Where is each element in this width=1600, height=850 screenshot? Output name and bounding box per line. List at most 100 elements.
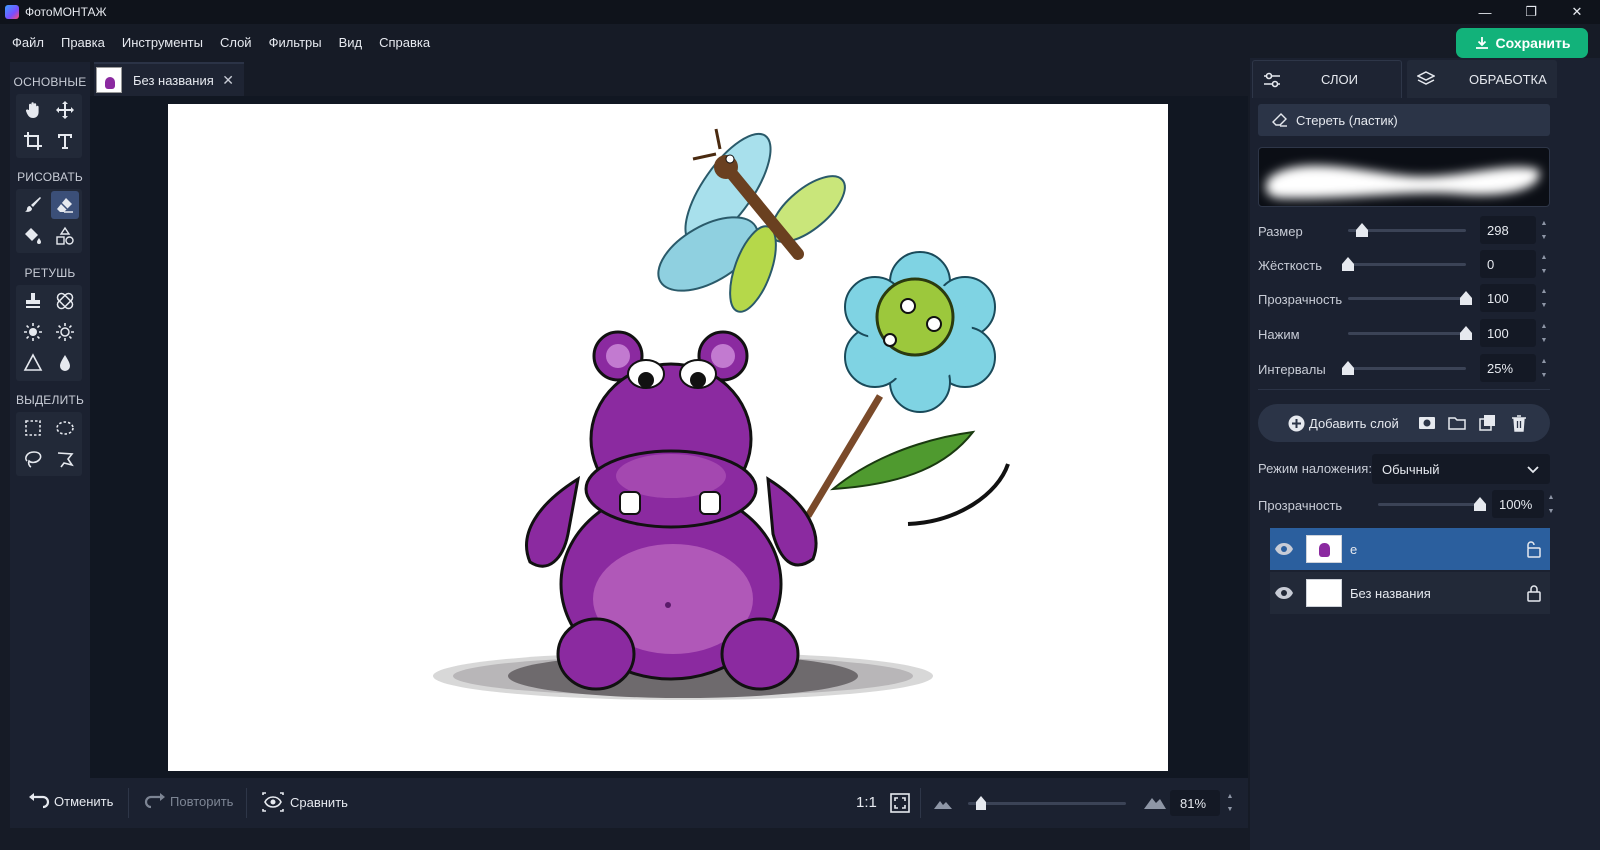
tool-group-select xyxy=(16,412,82,476)
param-size: Размер 298 ▲ ▼ xyxy=(1258,216,1558,246)
darken-tool[interactable] xyxy=(51,318,79,346)
undo-button[interactable]: Отменить xyxy=(28,793,113,809)
param-intervals-slider[interactable] xyxy=(1348,367,1466,370)
param-intervals-value: 25% xyxy=(1487,360,1514,376)
eraser-tool[interactable] xyxy=(51,191,79,219)
folder-icon[interactable] xyxy=(1448,414,1466,432)
stamp-tool[interactable] xyxy=(19,287,47,315)
eye-icon[interactable] xyxy=(1274,542,1294,556)
param-hardness-slider[interactable] xyxy=(1348,263,1466,266)
tab-layers[interactable]: СЛОИ xyxy=(1252,60,1402,98)
canvas-area[interactable] xyxy=(90,96,1248,778)
save-button[interactable]: Сохранить xyxy=(1456,28,1588,58)
actual-size-button[interactable]: 1:1 xyxy=(856,794,877,811)
param-opacity-field[interactable]: 100 xyxy=(1480,284,1536,312)
crop-tool[interactable] xyxy=(19,127,47,155)
sharpen-tool[interactable] xyxy=(19,349,47,377)
hand-icon xyxy=(25,102,39,118)
layer-item[interactable]: Без названия xyxy=(1270,572,1550,614)
blur-icon xyxy=(60,355,70,371)
layer-opacity-slider[interactable] xyxy=(1378,503,1482,506)
tool-mode-selector[interactable]: Стереть (ластик) xyxy=(1258,104,1550,136)
blend-mode-select[interactable]: Обычный xyxy=(1372,454,1550,484)
download-icon xyxy=(1475,37,1488,49)
param-pressure-handle[interactable] xyxy=(1460,326,1472,340)
redo-button[interactable]: Повторить xyxy=(144,793,233,809)
param-hardness-handle[interactable] xyxy=(1342,257,1354,271)
maximize-button[interactable]: ❐ xyxy=(1508,0,1554,24)
param-intervals-handle[interactable] xyxy=(1342,361,1354,375)
param-opacity-spinner[interactable]: ▲ ▼ xyxy=(1538,284,1550,312)
tool-group-basic-label: ОСНОВНЫЕ xyxy=(13,75,87,89)
rect-select-icon xyxy=(25,420,41,436)
title-bar: ФотоМОНТАЖ — ❐ ✕ xyxy=(0,0,1600,24)
image-canvas[interactable] xyxy=(168,104,1168,771)
save-button-label: Сохранить xyxy=(1495,35,1571,51)
document-tab[interactable]: Без названия ✕ xyxy=(94,62,244,96)
param-size-field[interactable]: 298 xyxy=(1480,216,1536,244)
move-tool[interactable] xyxy=(51,96,79,124)
param-opacity-handle[interactable] xyxy=(1460,291,1472,305)
zoom-spinner[interactable]: ▲ ▼ xyxy=(1224,790,1236,816)
lasso-tool[interactable] xyxy=(19,445,47,473)
hand-tool[interactable] xyxy=(19,96,47,124)
param-intervals-field[interactable]: 25% xyxy=(1480,354,1536,382)
lock-icon[interactable] xyxy=(1526,584,1542,602)
layer-item[interactable]: е xyxy=(1270,528,1550,570)
ellipse-select-tool[interactable] xyxy=(51,414,79,442)
eye-icon[interactable] xyxy=(1274,586,1294,600)
menu-help[interactable]: Справка xyxy=(379,35,430,50)
param-opacity: Прозрачность 100 ▲ ▼ xyxy=(1258,284,1558,314)
param-hardness-label: Жёсткость xyxy=(1258,258,1322,273)
fill-tool[interactable] xyxy=(19,222,47,250)
trash-icon[interactable] xyxy=(1510,414,1528,432)
tab-processing[interactable]: ОБРАБОТКА xyxy=(1407,60,1557,98)
ellipse-select-icon xyxy=(56,421,74,435)
zoom-value-field[interactable]: 81% xyxy=(1170,790,1220,816)
eye-compare-icon xyxy=(262,792,284,812)
menu-edit[interactable]: Правка xyxy=(61,35,105,50)
minimize-button[interactable]: — xyxy=(1462,0,1508,24)
shapes-tool[interactable] xyxy=(51,222,79,250)
zoom-slider-handle[interactable] xyxy=(976,796,986,810)
fit-screen-icon[interactable] xyxy=(890,793,910,813)
layer-opacity-spinner[interactable]: ▲ ▼ xyxy=(1545,490,1557,518)
zoom-out-mountain-icon[interactable] xyxy=(934,797,952,809)
zoom-in-mountain-icon[interactable] xyxy=(1144,794,1166,809)
zoom-slider-track[interactable] xyxy=(968,802,1126,805)
close-window-button[interactable]: ✕ xyxy=(1554,0,1600,24)
param-size-handle[interactable] xyxy=(1356,223,1368,237)
param-opacity-slider[interactable] xyxy=(1348,297,1466,300)
patch-tool[interactable] xyxy=(51,287,79,315)
blur-tool[interactable] xyxy=(51,349,79,377)
param-pressure-slider[interactable] xyxy=(1348,332,1466,335)
layer-actions-bar: Добавить слой xyxy=(1258,404,1550,442)
undo-icon xyxy=(29,793,50,809)
rect-select-tool[interactable] xyxy=(19,414,47,442)
menu-layer[interactable]: Слой xyxy=(220,35,252,50)
param-intervals-spinner[interactable]: ▲ ▼ xyxy=(1538,354,1550,382)
menu-file[interactable]: Файл xyxy=(12,35,44,50)
add-layer-button[interactable]: Добавить слой xyxy=(1288,415,1399,432)
menu-view[interactable]: Вид xyxy=(339,35,363,50)
param-pressure-field[interactable]: 100 xyxy=(1480,319,1536,347)
add-mask-icon[interactable] xyxy=(1418,414,1436,432)
param-size-spinner[interactable]: ▲ ▼ xyxy=(1538,216,1550,244)
brush-tool[interactable] xyxy=(19,191,47,219)
layer-opacity-field[interactable]: 100% xyxy=(1492,490,1544,518)
duplicate-layer-icon[interactable] xyxy=(1479,414,1497,432)
param-pressure-spinner[interactable]: ▲ ▼ xyxy=(1538,319,1550,347)
layer-opacity-handle[interactable] xyxy=(1474,497,1486,511)
menu-filters[interactable]: Фильтры xyxy=(269,35,322,50)
param-hardness-field[interactable]: 0 xyxy=(1480,250,1536,278)
unlock-icon[interactable] xyxy=(1526,540,1542,558)
text-tool[interactable] xyxy=(51,127,79,155)
polygon-lasso-tool[interactable] xyxy=(51,445,79,473)
menu-tools[interactable]: Инструменты xyxy=(122,35,203,50)
close-tab-icon[interactable]: ✕ xyxy=(222,72,234,89)
lighten-tool[interactable] xyxy=(19,318,47,346)
menu-bar: Файл Правка Инструменты Слой Фильтры Вид… xyxy=(0,24,1600,60)
compare-button[interactable]: Сравнить xyxy=(262,792,348,812)
param-hardness-spinner[interactable]: ▲ ▼ xyxy=(1538,250,1550,278)
brush-stroke-preview xyxy=(1266,165,1540,199)
